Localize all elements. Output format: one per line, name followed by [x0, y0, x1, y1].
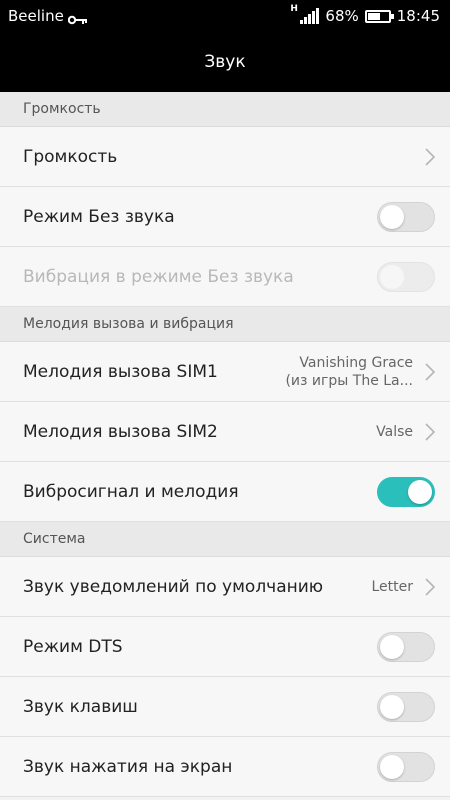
- vibro-ring-item[interactable]: Вибросигнал и мелодия: [0, 462, 450, 522]
- chevron-right-icon: [425, 577, 435, 596]
- signal-icon: H: [290, 4, 320, 24]
- touch-sound-toggle[interactable]: [377, 751, 435, 782]
- vibro-ring-label: Вибросигнал и мелодия: [23, 481, 239, 502]
- notification-sound-item[interactable]: Звук уведомлений по умолчанию Letter: [0, 557, 450, 617]
- clock: 18:45: [396, 7, 440, 25]
- notification-sound-value: Letter: [371, 578, 413, 595]
- chevron-right-icon: [425, 422, 435, 441]
- key-sound-toggle[interactable]: [377, 691, 435, 722]
- ringtone-sim1-value: Vanishing Grace (из игры The La...: [285, 354, 413, 389]
- carrier-name: Beeline: [8, 7, 64, 25]
- key-icon: [67, 11, 88, 25]
- dts-mode-item[interactable]: Режим DTS: [0, 617, 450, 677]
- vibration-silent-item: Вибрация в режиме Без звука: [0, 247, 450, 307]
- section-header-system: Система: [0, 522, 450, 557]
- section-header-volume: Громкость: [0, 92, 450, 127]
- battery-icon: [364, 9, 394, 23]
- dts-mode-toggle[interactable]: [377, 631, 435, 662]
- touch-sound-label: Звук нажатия на экран: [23, 756, 233, 777]
- touch-sound-item[interactable]: Звук нажатия на экран: [0, 737, 450, 797]
- key-sound-item[interactable]: Звук клавиш: [0, 677, 450, 737]
- key-sound-label: Звук клавиш: [23, 696, 138, 717]
- status-bar: Beeline H 68% 18:45: [0, 0, 450, 32]
- ringtone-sim2-label: Мелодия вызова SIM2: [23, 421, 218, 442]
- silent-mode-toggle[interactable]: [377, 201, 435, 232]
- chevron-right-icon: [425, 147, 435, 166]
- dts-mode-label: Режим DTS: [23, 636, 123, 657]
- page-title: Звук: [204, 52, 246, 72]
- silent-mode-label: Режим Без звука: [23, 206, 175, 227]
- section-header-ringtone: Мелодия вызова и вибрация: [0, 307, 450, 342]
- ringtone-sim1-item[interactable]: Мелодия вызова SIM1 Vanishing Grace (из …: [0, 342, 450, 402]
- ringtone-sim1-label: Мелодия вызова SIM1: [23, 361, 218, 382]
- vibration-silent-toggle: [377, 261, 435, 292]
- vibration-silent-label: Вибрация в режиме Без звука: [23, 266, 294, 287]
- volume-label: Громкость: [23, 146, 118, 167]
- notification-sound-label: Звук уведомлений по умолчанию: [23, 576, 324, 597]
- ringtone-sim2-value: Valse: [376, 423, 413, 440]
- chevron-right-icon: [425, 362, 435, 381]
- battery-percent: 68%: [325, 7, 359, 25]
- title-bar: Звук: [0, 32, 450, 92]
- volume-item[interactable]: Громкость: [0, 127, 450, 187]
- settings-list: Громкость Громкость Режим Без звука Вибр…: [0, 92, 450, 797]
- vibro-ring-toggle[interactable]: [377, 476, 435, 507]
- ringtone-sim2-item[interactable]: Мелодия вызова SIM2 Valse: [0, 402, 450, 462]
- silent-mode-item[interactable]: Режим Без звука: [0, 187, 450, 247]
